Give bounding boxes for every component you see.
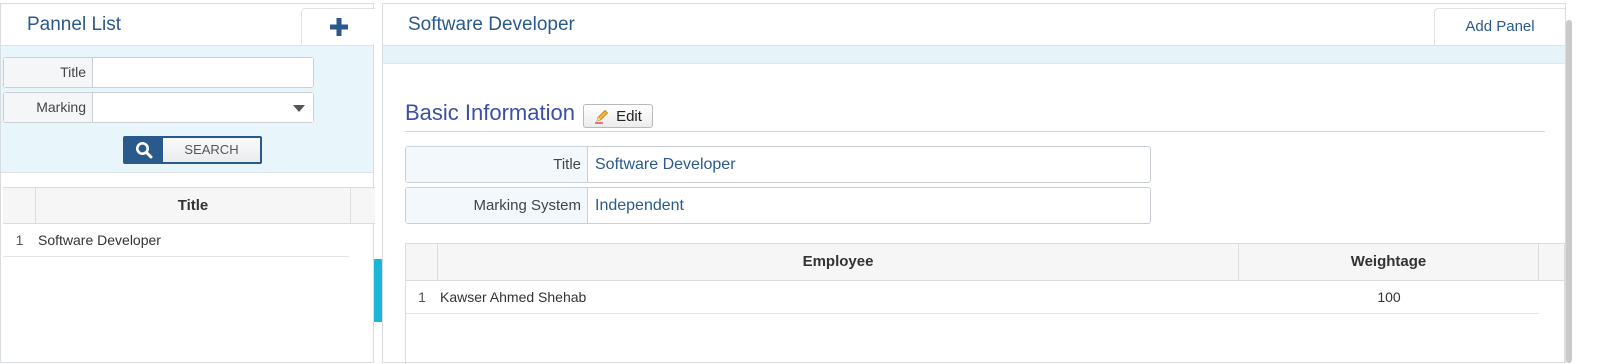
employee-name: Kawser Ahmed Shehab	[440, 289, 587, 305]
header-spacer	[351, 188, 375, 223]
add-panel-plus-button[interactable]	[301, 8, 375, 44]
table-row[interactable]: 1 Software Developer	[3, 224, 349, 257]
title-filter-field-wrap	[93, 58, 313, 87]
info-marking-label: Marking System	[406, 188, 588, 223]
search-icon	[125, 138, 163, 162]
row-number: 1	[418, 289, 426, 305]
panel-list-grid-header: Title	[3, 187, 375, 224]
title-filter-label: Title	[4, 58, 93, 87]
title-filter-row: Title	[3, 57, 314, 88]
pane-splitter-handle[interactable]	[374, 259, 382, 322]
panel-detail-pane: Software Developer Add Panel Basic Infor…	[382, 3, 1566, 364]
marking-select[interactable]	[93, 93, 313, 122]
info-marking-value: Independent	[595, 197, 684, 214]
page-scrollbar[interactable]	[1566, 20, 1572, 363]
edit-button[interactable]: Edit	[583, 104, 653, 128]
info-title-row: Title Software Developer	[405, 146, 1151, 183]
employee-column-header[interactable]: Employee	[438, 244, 1239, 280]
basic-information-heading: Basic Information	[405, 100, 575, 125]
title-filter-input[interactable]	[93, 58, 313, 87]
info-marking-row: Marking System Independent	[405, 187, 1151, 224]
add-panel-button[interactable]: Add Panel	[1434, 8, 1565, 45]
header-strip	[383, 46, 1565, 64]
search-button-label: SEARCH	[163, 138, 260, 162]
marking-filter-row: Marking	[3, 92, 314, 123]
edit-button-label: Edit	[616, 107, 642, 125]
row-number-header	[3, 188, 36, 223]
row-number: 1	[15, 232, 24, 248]
employee-grid-header: Employee Weightage	[406, 244, 1564, 281]
chevron-down-icon	[293, 105, 305, 112]
search-button[interactable]: SEARCH	[123, 136, 262, 164]
title-column-header[interactable]: Title	[36, 188, 351, 223]
row-number-header	[406, 244, 438, 280]
row-title: Software Developer	[38, 232, 161, 248]
panel-list-header: Pannel List	[1, 4, 375, 46]
panel-detail-title: Software Developer	[408, 14, 575, 35]
info-title-value: Software Developer	[595, 156, 736, 173]
weightage-column-header[interactable]: Weightage	[1239, 244, 1539, 280]
table-row[interactable]: 1 Kawser Ahmed Shehab 100	[406, 281, 1539, 314]
panel-detail-header: Software Developer Add Panel	[383, 4, 1565, 46]
plus-icon	[329, 17, 348, 36]
panel-list-grid: Title 1 Software Developer	[3, 187, 375, 257]
employee-weightage: 100	[1377, 289, 1401, 305]
filter-area: Title Marking SEARCH	[1, 46, 373, 173]
employee-grid: Employee Weightage 1 Kawser Ahmed Shehab…	[405, 243, 1565, 364]
panel-list-title: Pannel List	[27, 14, 122, 35]
pencil-icon	[595, 109, 609, 124]
panel-list-pane: Pannel List Title Marking SEARCH Title 1…	[0, 3, 375, 363]
section-divider	[405, 131, 1545, 132]
marking-filter-label: Marking	[4, 93, 93, 122]
info-title-label: Title	[406, 147, 588, 182]
